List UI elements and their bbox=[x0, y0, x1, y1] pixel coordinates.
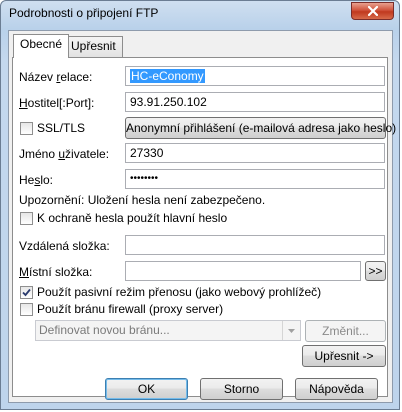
tab-advanced[interactable]: Upřesnit bbox=[64, 36, 123, 57]
help-button[interactable]: Nápověda bbox=[295, 378, 378, 400]
dialog-body: Obecné Upřesnit Název relace: HC-eConomy… bbox=[8, 30, 396, 403]
master-password-label: K ochraně hesla použít hlavní heslo bbox=[37, 211, 228, 225]
close-icon bbox=[367, 6, 378, 16]
firewall-label: Použít bránu firewall (proxy server) bbox=[37, 302, 224, 316]
window-title: Podrobnosti o připojení FTP bbox=[9, 6, 159, 20]
master-password-checkbox[interactable] bbox=[20, 212, 33, 225]
gateway-combo-value: Definovat novou bránu... bbox=[39, 323, 170, 337]
firewall-checkbox[interactable] bbox=[20, 303, 33, 316]
change-gateway-button[interactable]: Změnit... bbox=[305, 320, 386, 342]
tab-general[interactable]: Obecné bbox=[13, 34, 70, 58]
passive-mode-label: Použít pasivní režim přenosu (jako webov… bbox=[37, 285, 322, 299]
anonymous-login-button[interactable]: Anonymní přihlášení (e-mailová adresa ja… bbox=[125, 117, 396, 139]
username-input[interactable]: 27330 bbox=[125, 143, 385, 163]
ssl-label: SSL/TLS bbox=[37, 121, 86, 135]
gateway-combo[interactable]: Definovat novou bránu... bbox=[35, 320, 301, 341]
close-button[interactable] bbox=[351, 2, 394, 20]
cancel-button[interactable]: Storno bbox=[200, 378, 283, 400]
tab-advanced-label: Upřesnit bbox=[71, 39, 116, 53]
checkmark-icon bbox=[22, 288, 31, 297]
passive-mode-checkbox[interactable] bbox=[20, 286, 33, 299]
chevron-down-icon bbox=[282, 321, 300, 340]
general-panel: Název relace: HC-eConomy Hostitel[:Port]… bbox=[12, 57, 396, 397]
session-name-label: Název relace: bbox=[19, 70, 93, 84]
local-folder-label: Místní složka: bbox=[19, 265, 93, 279]
host-input[interactable]: 93.91.250.102 bbox=[125, 92, 385, 112]
browse-local-folder-button[interactable]: >> bbox=[365, 261, 386, 281]
ok-button[interactable]: OK bbox=[105, 378, 188, 400]
password-label: Heslo: bbox=[19, 173, 54, 187]
title-bar[interactable]: Podrobnosti o připojení FTP bbox=[1, 1, 399, 27]
tab-general-label: Obecné bbox=[20, 37, 63, 51]
host-label: Hostitel[:Port]: bbox=[19, 96, 95, 110]
ftp-connection-dialog: Podrobnosti o připojení FTP Obecné Upřes… bbox=[0, 0, 400, 410]
password-input[interactable]: •••••••• bbox=[125, 169, 385, 189]
local-folder-input[interactable] bbox=[125, 261, 361, 281]
remote-folder-input[interactable] bbox=[125, 235, 385, 255]
advanced-button[interactable]: Upřesnit -> bbox=[302, 345, 386, 367]
username-label: Jméno uživatele: bbox=[19, 147, 110, 161]
password-warning: Upozornění: Uložení hesla není zabezpeče… bbox=[19, 193, 266, 207]
ssl-checkbox[interactable] bbox=[20, 122, 33, 135]
remote-folder-label: Vzdálená složka: bbox=[19, 239, 110, 253]
session-name-input[interactable]: HC-eConomy bbox=[125, 66, 385, 86]
